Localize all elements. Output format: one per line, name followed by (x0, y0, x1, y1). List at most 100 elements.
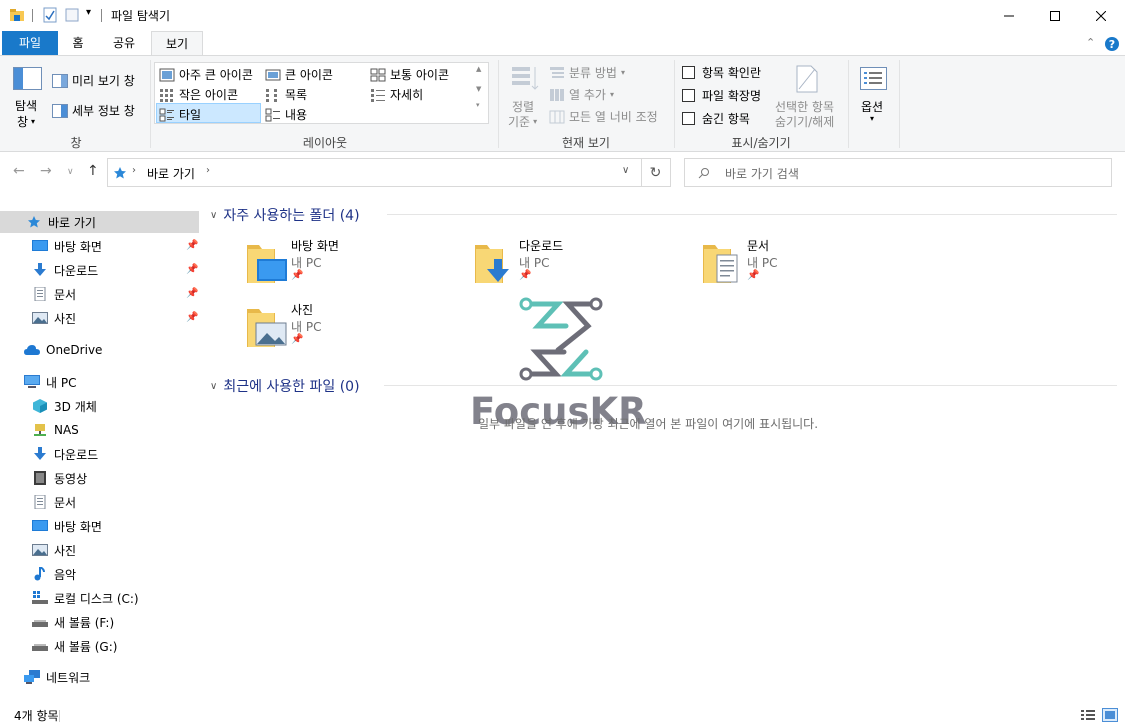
tab-home[interactable]: 홈 (62, 31, 94, 56)
layout-content[interactable]: 내용 (265, 106, 307, 123)
group-by-button[interactable]: 분류 방법 ▾ (549, 64, 625, 81)
folder-tile-desktop-location: 내 PC (291, 256, 322, 270)
item-checkboxes-checkbox[interactable] (682, 66, 695, 79)
nav-quick-pictures[interactable]: 사진 (0, 307, 76, 329)
frequent-folders-header[interactable]: ∨ 자주 사용하는 폴더 (4) (210, 205, 360, 225)
nav-pc-volume-g[interactable]: 새 볼륨 (G:) (0, 635, 117, 657)
size-all-columns-button[interactable]: 모든 열 너비 조정 (549, 108, 658, 125)
layout-medium-icons[interactable]: 보통 아이콘 (370, 66, 449, 83)
hide-selected-items-label[interactable]: 숨기기/해제 (775, 113, 834, 130)
nav-pc-desktop[interactable]: 바탕 화면 (0, 515, 102, 537)
sort-by-button-label[interactable]: 기준 ▾ (508, 113, 537, 130)
collapse-chevron-icon[interactable]: ∨ (210, 381, 217, 392)
layout-scroll-down-icon[interactable]: ▼ (476, 84, 481, 94)
hidden-items-toggle[interactable]: 숨긴 항목 (682, 110, 750, 127)
hidden-items-checkbox[interactable] (682, 112, 695, 125)
nav-quick-desktop[interactable]: 바탕 화면 (0, 235, 102, 257)
network-drive-icon (34, 424, 46, 436)
file-explorer-icon[interactable] (9, 7, 25, 23)
nav-pc-3d-objects[interactable]: 3D 개체 (0, 395, 97, 417)
file-extensions-toggle[interactable]: 파일 확장명 (682, 87, 761, 104)
maximize-button[interactable] (1032, 0, 1078, 31)
layout-scroll-up-icon[interactable]: ▲ (476, 64, 481, 74)
layout-details-label: 자세히 (390, 88, 424, 102)
options-button[interactable]: 옵션 (861, 98, 883, 115)
maximize-icon (1050, 10, 1060, 21)
section-divider (387, 214, 1117, 215)
list-icon (266, 88, 277, 102)
refresh-button[interactable]: ↻ (641, 158, 671, 187)
tab-view[interactable]: 보기 (151, 31, 203, 57)
layout-small-icons-label: 작은 아이콘 (179, 88, 239, 102)
nav-onedrive[interactable]: OneDrive (0, 339, 102, 361)
item-checkboxes-toggle[interactable]: 항목 확인란 (682, 64, 761, 81)
nav-pc-videos[interactable]: 동영상 (0, 467, 87, 489)
preview-pane-button[interactable]: 미리 보기 창 (52, 72, 135, 89)
extra-large-icons-icon (159, 68, 175, 81)
tab-file[interactable]: 파일 (2, 31, 58, 56)
downloads-folder-icon (475, 245, 509, 283)
large-icons-view-icon[interactable] (1102, 708, 1118, 722)
collapse-chevron-icon[interactable]: ∨ (210, 210, 217, 221)
nav-pc-documents[interactable]: 문서 (0, 491, 76, 513)
nav-quick-documents[interactable]: 문서 (0, 283, 76, 305)
details-view-icon[interactable] (1080, 708, 1096, 722)
collapse-ribbon-icon[interactable]: ⌃ (1086, 36, 1095, 49)
back-arrow-icon[interactable]: ← (13, 163, 25, 179)
customize-toolbar-icon[interactable]: ▾ (86, 7, 91, 18)
pin-icon[interactable]: 📌 (186, 288, 198, 299)
options-dropdown-icon[interactable]: ▾ (870, 114, 874, 123)
layout-medium-icons-label: 보통 아이콘 (390, 68, 450, 82)
layout-large-icons[interactable]: 큰 아이콘 (265, 66, 333, 83)
recent-files-header[interactable]: ∨ 최근에 사용한 파일 (0) (210, 376, 360, 396)
folder-tile-downloads[interactable]: 다운로드 내 PC 📌 (473, 237, 673, 293)
nav-this-pc-label: 내 PC (46, 375, 77, 390)
nav-this-pc[interactable]: 내 PC (0, 371, 76, 393)
nav-network[interactable]: 네트워크 (0, 666, 90, 688)
pin-icon[interactable]: 📌 (186, 240, 198, 251)
details-pane-button[interactable]: 세부 정보 창 (52, 102, 135, 119)
folder-tile-documents[interactable]: 문서 내 PC 📌 (701, 237, 901, 293)
recent-locations-icon[interactable]: ∨ (67, 167, 74, 177)
pin-icon[interactable]: 📌 (186, 264, 198, 275)
address-bar[interactable]: › 바로 가기 › ∨ (107, 158, 642, 187)
layout-list[interactable]: 목록 (265, 86, 307, 103)
up-arrow-icon[interactable]: ↑ (87, 163, 99, 179)
nav-pc-downloads[interactable]: 다운로드 (0, 443, 98, 465)
layout-extra-large-icons[interactable]: 아주 큰 아이콘 (159, 66, 253, 83)
pin-icon[interactable]: 📌 (186, 312, 198, 323)
layout-tiles[interactable]: 타일 (159, 106, 201, 123)
breadcrumb-quick-access[interactable]: 바로 가기 (147, 165, 195, 182)
layout-details[interactable]: 자세히 (370, 86, 423, 103)
add-columns-button[interactable]: 열 추가 ▾ (549, 86, 614, 103)
navigation-pane-icon[interactable] (13, 67, 43, 91)
nav-quick-downloads[interactable]: 다운로드 (0, 259, 98, 281)
minimize-button[interactable] (986, 0, 1032, 31)
folder-tile-pictures[interactable]: 사진 내 PC 📌 (245, 301, 445, 357)
navigation-pane-label[interactable]: 창 ▾ (17, 113, 35, 130)
forward-arrow-icon[interactable]: → (40, 163, 52, 179)
nav-pc-nas[interactable]: NAS (0, 419, 79, 441)
nav-quick-pictures-label: 사진 (54, 311, 77, 326)
nav-quick-access[interactable]: 바로 가기 (0, 211, 199, 233)
file-extensions-checkbox[interactable] (682, 89, 695, 102)
navigation-pane-button[interactable]: 탐색 (15, 97, 37, 114)
nav-pc-music[interactable]: 음악 (0, 563, 76, 585)
breadcrumb-chevron-icon[interactable]: › (206, 165, 210, 176)
help-icon[interactable]: ? (1104, 36, 1120, 52)
layout-expand-icon[interactable]: ▾ (476, 100, 481, 110)
breadcrumb-chevron-icon[interactable]: › (132, 165, 136, 176)
nav-pc-local-disk-c[interactable]: 로컬 디스크 (C:) (0, 587, 139, 609)
new-folder-icon[interactable] (64, 7, 80, 23)
dropdown-arrow-icon: ▾ (609, 90, 614, 99)
close-button[interactable] (1078, 0, 1124, 31)
nav-pc-pictures[interactable]: 사진 (0, 539, 76, 561)
properties-icon[interactable] (42, 7, 58, 23)
layout-small-icons[interactable]: 작은 아이콘 (159, 86, 238, 103)
address-history-dropdown-icon[interactable]: ∨ (622, 165, 629, 176)
nav-pc-volume-f[interactable]: 새 볼륨 (F:) (0, 611, 114, 633)
tab-share[interactable]: 공유 (104, 31, 144, 56)
search-box[interactable]: 바로 가기 검색 (684, 158, 1112, 187)
layout-scroll[interactable]: ▲ ▼ ▾ (476, 64, 481, 110)
folder-tile-desktop[interactable]: 바탕 화면 내 PC 📌 (245, 237, 445, 293)
